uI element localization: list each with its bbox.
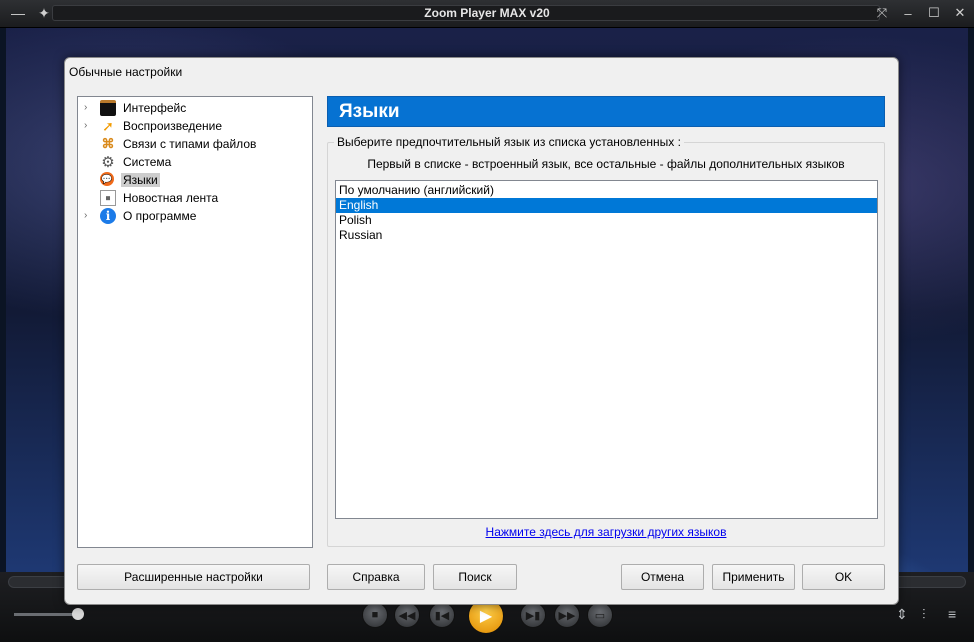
- tree-item-languages[interactable]: 💬 Языки: [78, 171, 312, 189]
- rewind-icon: ◀◀: [398, 609, 416, 622]
- tree-item-system[interactable]: ⚙ Система: [78, 153, 312, 171]
- volume-track[interactable]: [14, 613, 78, 616]
- language-groupbox: Выберите предпочтительный язык из списка…: [327, 135, 885, 547]
- tree-item-label: Новостная лента: [123, 191, 219, 205]
- news-icon: ≣: [100, 190, 116, 206]
- next-icon: ▶▮: [525, 609, 541, 622]
- search-button[interactable]: Поиск: [433, 564, 517, 590]
- tree-item-file-associations[interactable]: ⌘ Связи с типами файлов: [78, 135, 312, 153]
- hint-text: Первый в списке - встроенный язык, все о…: [367, 157, 845, 171]
- help-button[interactable]: Справка: [327, 564, 425, 590]
- apply-button[interactable]: Применить: [712, 564, 795, 590]
- tree-item-label: Языки: [121, 173, 160, 187]
- fast-forward-icon: ▶▶: [558, 609, 576, 622]
- cancel-button[interactable]: Отмена: [621, 564, 704, 590]
- expand-arrow-icon[interactable]: ›: [84, 210, 94, 221]
- list-item[interactable]: English: [336, 198, 877, 213]
- fast-forward-button[interactable]: ▶▶: [554, 602, 580, 628]
- stop-icon: ■: [371, 609, 379, 621]
- window-title: Zoom Player MAX v20: [424, 6, 550, 20]
- rewind-button[interactable]: ◀◀: [394, 602, 420, 628]
- file-association-icon: ⌘: [101, 136, 115, 151]
- panel-header: Языки: [327, 96, 885, 127]
- next-button[interactable]: ▶▮: [520, 602, 546, 628]
- list-item[interactable]: Russian: [336, 228, 877, 243]
- equalizer-icon[interactable]: ⫶: [922, 606, 926, 623]
- tree-item-label: Воспроизведение: [123, 119, 223, 133]
- title-bar: — ✦ Zoom Player MAX v20 ⤧ – ☐ ✕: [0, 0, 974, 28]
- settings-tree: › Интерфейс › ➚ Воспроизведение ⌘ Связи …: [77, 96, 313, 548]
- close-icon[interactable]: ✕: [952, 5, 968, 21]
- tree-item-interface[interactable]: › Интерфейс: [78, 99, 312, 117]
- volume-knob[interactable]: [72, 608, 84, 620]
- previous-icon: ▮◀: [434, 609, 450, 622]
- download-languages-link[interactable]: Нажмите здесь для загрузки других языков: [328, 525, 884, 539]
- language-list[interactable]: По умолчанию (английский) English Polish…: [335, 180, 878, 519]
- expand-arrow-icon[interactable]: ›: [84, 102, 94, 113]
- interface-icon: [100, 100, 116, 116]
- playback-icon: ➚: [102, 117, 114, 134]
- maximize-icon[interactable]: ☐: [926, 5, 942, 21]
- tree-item-about[interactable]: › i О программе: [78, 207, 312, 225]
- tree-item-label: Связи с типами файлов: [123, 137, 257, 151]
- tree-item-label: О программе: [123, 209, 197, 223]
- ok-button[interactable]: OK: [802, 564, 885, 590]
- tree-item-label: Интерфейс: [123, 101, 187, 115]
- folder-icon: ▭: [594, 609, 606, 622]
- stop-button[interactable]: ■: [362, 602, 388, 628]
- settings-dialog: Обычные настройки › Интерфейс › ➚ Воспро…: [64, 57, 899, 605]
- advanced-settings-button[interactable]: Расширенные настройки: [77, 564, 310, 590]
- fullscreen-icon[interactable]: ⤧: [874, 5, 890, 21]
- list-item[interactable]: По умолчанию (английский): [336, 183, 877, 198]
- tree-item-playback[interactable]: › ➚ Воспроизведение: [78, 117, 312, 135]
- up-down-icon[interactable]: ⇕: [896, 606, 908, 623]
- previous-button[interactable]: ▮◀: [429, 602, 455, 628]
- playlist-icon[interactable]: ≡: [948, 606, 956, 622]
- tree-item-label: Система: [123, 155, 172, 169]
- info-icon: i: [100, 208, 116, 224]
- language-icon: 💬: [100, 172, 114, 186]
- expand-arrow-icon[interactable]: ›: [84, 120, 94, 131]
- gear-icon: ⚙: [101, 154, 115, 171]
- tree-item-news[interactable]: ≣ Новостная лента: [78, 189, 312, 207]
- play-icon: ▶: [479, 608, 493, 625]
- minimize-icon[interactable]: –: [900, 5, 916, 21]
- open-file-button[interactable]: ▭: [587, 602, 613, 628]
- group-label: Выберите предпочтительный язык из списка…: [334, 135, 684, 149]
- list-item[interactable]: Polish: [336, 213, 877, 228]
- dialog-title: Обычные настройки: [69, 65, 183, 79]
